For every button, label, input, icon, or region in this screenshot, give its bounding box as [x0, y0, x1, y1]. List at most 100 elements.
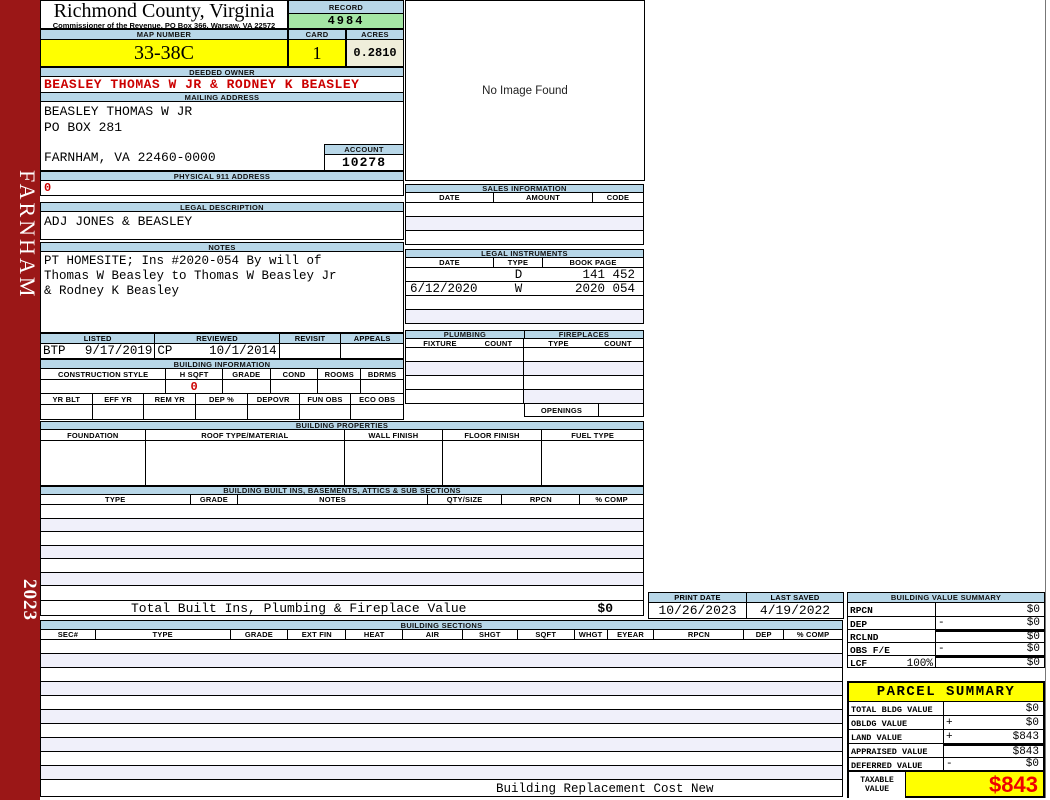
- building-info-header-row1: CONSTRUCTION STYLE H SQFT GRADE COND ROO…: [41, 369, 403, 380]
- bvs-value: $0: [1027, 617, 1044, 629]
- instr-type: W: [494, 282, 543, 296]
- print-saved-header-row: PRINT DATE LAST SAVED: [649, 593, 843, 603]
- empty-row: [41, 640, 842, 654]
- district-sidebar: FARNHAM 2023: [0, 0, 40, 800]
- building-properties-table: FOUNDATION ROOF TYPE/MATERIAL WALL FINIS…: [40, 429, 644, 486]
- taxable-row: TAXABLE VALUE $843: [849, 772, 1043, 798]
- legal-instruments-table: DATE TYPE BOOK PAGE D 141 452 6/12/2020 …: [405, 257, 644, 324]
- empty-row: [41, 654, 842, 668]
- bvs-row: OBS F/E - $0: [848, 642, 1044, 655]
- sec-grade-header: GRADE: [231, 630, 289, 639]
- empty-row: [41, 505, 643, 519]
- reviewed-by: CP: [157, 344, 172, 358]
- parcel-value-cell: - $0: [944, 758, 1043, 770]
- building-info-header-row2: YR BLT EFF YR REM YR DEP % DEPOVR FUN OB…: [41, 394, 403, 405]
- empty-row: [41, 573, 643, 587]
- empty-row: [406, 310, 643, 323]
- last-saved-header: LAST SAVED: [747, 593, 843, 602]
- appeals-header: APPEALS: [341, 334, 403, 343]
- parcel-value-cell: $0: [944, 702, 1043, 715]
- wall-finish-header: WALL FINISH: [345, 430, 443, 440]
- bvs-label-cell: LCF 100%: [848, 655, 936, 668]
- review-table: LISTED REVIEWED REVISIT APPEALS BTP9/17/…: [40, 333, 404, 359]
- bi-qty-header: QTY/SIZE: [428, 495, 503, 504]
- eff-yr-header: EFF YR: [93, 394, 145, 404]
- floor-finish-header: FLOOR FINISH: [443, 430, 543, 440]
- sec-eyear-header: EYEAR: [608, 630, 655, 639]
- parcel-label: LAND VALUE: [849, 730, 944, 743]
- district-name: FARNHAM: [0, 150, 40, 320]
- bvs-value-cell: $0: [936, 603, 1044, 616]
- building-sections-table: SEC# TYPE GRADE EXT FIN HEAT AIR SHGT SQ…: [40, 629, 843, 797]
- tax-year: 2023: [0, 565, 40, 635]
- wall-finish-value: [345, 441, 443, 485]
- roof-type-header: ROOF TYPE/MATERIAL: [146, 430, 345, 440]
- fireplace-cell: [524, 362, 643, 375]
- plumbing-row: [406, 362, 643, 376]
- parcel-label: DEFERRED VALUE: [849, 758, 944, 770]
- rem-yr-header: REM YR: [144, 394, 196, 404]
- fireplace-cell: [524, 390, 643, 403]
- sections-header-row: SEC# TYPE GRADE EXT FIN HEAT AIR SHGT SQ…: [41, 630, 842, 640]
- empty-row: [41, 696, 842, 710]
- parcel-value: $843: [1013, 731, 1043, 743]
- parcel-op: +: [944, 731, 957, 743]
- plumbing-row: [406, 376, 643, 390]
- print-date-header: PRINT DATE: [649, 593, 747, 602]
- bdrms-header: BDRMS: [361, 369, 403, 379]
- taxable-value: $843: [906, 772, 1043, 798]
- empty-row: [41, 532, 643, 546]
- review-value-row: BTP9/17/2019 CP10/1/2014: [41, 344, 403, 358]
- bvs-label: DEP: [848, 616, 936, 629]
- print-saved-value-row: 10/26/2023 4/19/2022: [649, 603, 843, 618]
- bvs-value: $0: [1027, 657, 1044, 669]
- bvs-row: DEP - $0: [848, 616, 1044, 629]
- parcel-value: $0: [1026, 717, 1043, 729]
- sec-air-header: AIR: [403, 630, 463, 639]
- floor-finish-value: [443, 441, 543, 485]
- instr-date-header: DATE: [406, 258, 494, 267]
- instr-bookpage-header: BOOK PAGE: [543, 258, 643, 267]
- plumbing-header-row: FIXTURE COUNT TYPE COUNT: [406, 339, 643, 348]
- sec-rpcn-header: RPCN: [654, 630, 744, 639]
- built-ins-table: TYPE GRADE NOTES QTY/SIZE RPCN % COMP: [40, 494, 644, 601]
- cond-header: COND: [271, 369, 319, 379]
- no-image-message: No Image Found: [482, 85, 568, 97]
- reviewed-value: CP 10/1/2014: [155, 344, 279, 358]
- bvs-row: LCF 100% $0: [848, 655, 1044, 668]
- bvs-op: -: [936, 643, 948, 655]
- eff-yr-value: [93, 405, 145, 419]
- empty-row: [41, 559, 643, 573]
- reviewed-date: 10/1/2014: [209, 344, 277, 358]
- notes-line: & Rodney K Beasley: [44, 284, 403, 299]
- instr-type: D: [494, 268, 543, 282]
- county-name: Richmond County, Virginia: [41, 1, 287, 21]
- sales-amount-header: AMOUNT: [494, 193, 593, 202]
- built-ins-total-row: Total Built Ins, Plumbing & Fireplace Va…: [40, 600, 644, 616]
- map-number-value: 33-38C: [40, 39, 288, 67]
- grade-value: [223, 380, 271, 393]
- page-edge-line: [1045, 0, 1046, 798]
- fireplace-cell: [524, 348, 643, 361]
- yr-blt-value: [41, 405, 93, 419]
- account-number: 10278: [324, 154, 404, 171]
- plumbing-cell: [406, 362, 524, 375]
- sales-header-row: DATE AMOUNT CODE: [406, 193, 643, 203]
- notes-line: PT HOMESITE; Ins #2020-054 By will of: [44, 254, 403, 269]
- sec-sqft-header: SQFT: [518, 630, 575, 639]
- property-record-card: FARNHAM 2023 Richmond County, Virginia C…: [0, 0, 1050, 800]
- sec-type-header: TYPE: [96, 630, 231, 639]
- listed-by: BTP: [43, 344, 66, 358]
- fixture-header: FIXTURE: [406, 339, 474, 347]
- parcel-value: $0: [1026, 703, 1043, 715]
- county-title-box: Richmond County, Virginia Commissioner o…: [40, 0, 288, 29]
- bi-notes-header: NOTES: [238, 495, 427, 504]
- building-properties-value-row: [41, 441, 643, 485]
- empty-row: [406, 231, 643, 244]
- fun-obs-header: FUN OBS: [300, 394, 352, 404]
- roof-type-value: [146, 441, 345, 485]
- eco-obs-value: [351, 405, 403, 419]
- bvs-value-cell: $0: [936, 655, 1044, 668]
- plumbing-count-header: COUNT: [474, 339, 524, 347]
- building-properties-header-row: FOUNDATION ROOF TYPE/MATERIAL WALL FINIS…: [41, 430, 643, 441]
